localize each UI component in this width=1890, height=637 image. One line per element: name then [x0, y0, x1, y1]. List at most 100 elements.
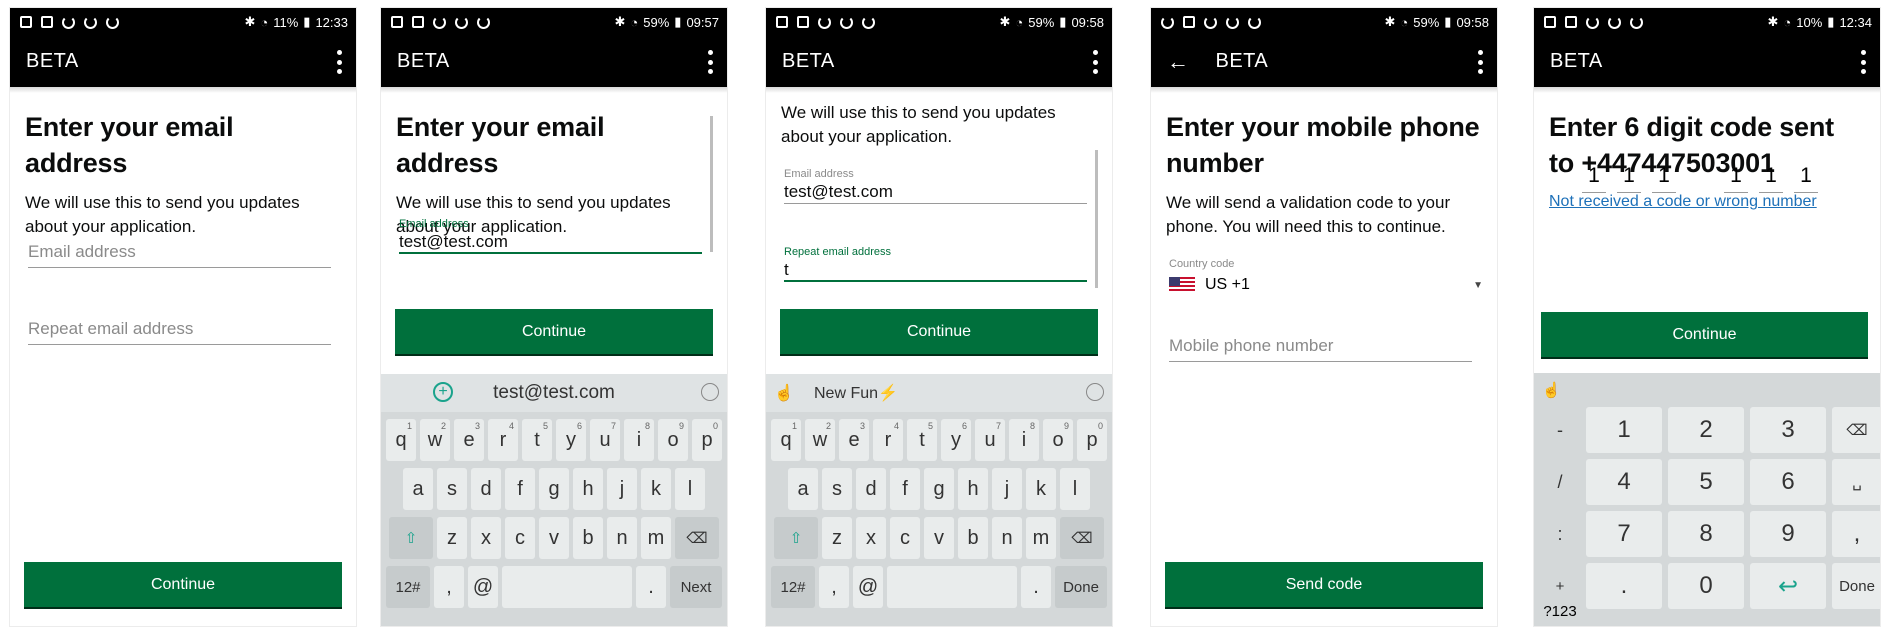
- space-key[interactable]: [502, 566, 632, 608]
- colon-key[interactable]: :: [1540, 511, 1580, 557]
- swipe-icon[interactable]: ☝: [774, 383, 794, 403]
- key[interactable]: 7u: [975, 419, 1005, 461]
- digit-key[interactable]: 5: [1668, 459, 1744, 505]
- continue-button[interactable]: Continue: [24, 562, 342, 609]
- more-options-icon[interactable]: [1092, 50, 1098, 74]
- done-key[interactable]: Done: [1055, 566, 1107, 608]
- key[interactable]: h: [573, 468, 603, 510]
- symbols-key[interactable]: 12#: [771, 566, 815, 608]
- repeat-email-field[interactable]: Repeat email address: [28, 319, 331, 345]
- digit-key[interactable]: 3: [1750, 407, 1826, 453]
- key[interactable]: 6y: [556, 419, 586, 461]
- suggestion-word[interactable]: New Fun⚡: [814, 383, 898, 403]
- continue-button[interactable]: Continue: [395, 309, 713, 356]
- backspace-key-icon[interactable]: ⌫: [1060, 517, 1104, 559]
- digit-key[interactable]: 1: [1586, 407, 1662, 453]
- key[interactable]: 2w: [420, 419, 450, 461]
- key[interactable]: d: [856, 468, 886, 510]
- digit-key[interactable]: 9: [1750, 511, 1826, 557]
- key[interactable]: m: [641, 517, 671, 559]
- back-arrow-icon[interactable]: ←: [1167, 49, 1190, 75]
- key[interactable]: b: [573, 517, 603, 559]
- key[interactable]: 9o: [1043, 419, 1073, 461]
- key[interactable]: 4r: [873, 419, 903, 461]
- done-key[interactable]: Done: [1832, 563, 1880, 609]
- scrollbar[interactable]: [1095, 150, 1098, 288]
- key[interactable]: g: [539, 468, 569, 510]
- code-digit-input[interactable]: 1: [1582, 164, 1606, 193]
- key[interactable]: c: [505, 517, 535, 559]
- key[interactable]: 5t: [522, 419, 552, 461]
- key[interactable]: k: [641, 468, 671, 510]
- slash-key[interactable]: /: [1540, 459, 1580, 505]
- key[interactable]: 7u: [590, 419, 620, 461]
- key[interactable]: g: [924, 468, 954, 510]
- email-field[interactable]: Email address: [28, 242, 331, 268]
- email-field[interactable]: Email address test@test.com: [784, 168, 1087, 204]
- at-key[interactable]: @: [468, 566, 498, 608]
- digit-key[interactable]: 8: [1668, 511, 1744, 557]
- code-digit-input[interactable]: 1: [1617, 164, 1641, 193]
- wrong-number-link[interactable]: Not received a code or wrong number: [1549, 193, 1865, 211]
- key[interactable]: c: [890, 517, 920, 559]
- more-options-icon[interactable]: [336, 50, 342, 74]
- email-field[interactable]: Email address test@test.com: [399, 218, 702, 254]
- key[interactable]: 9o: [658, 419, 688, 461]
- key[interactable]: a: [403, 468, 433, 510]
- emoji-icon[interactable]: [1086, 383, 1104, 401]
- key[interactable]: f: [890, 468, 920, 510]
- key[interactable]: x: [471, 517, 501, 559]
- country-code-select[interactable]: Country code US +1 ▼: [1169, 258, 1483, 294]
- key[interactable]: f: [505, 468, 535, 510]
- key[interactable]: j: [992, 468, 1022, 510]
- digit-key[interactable]: 0: [1668, 563, 1744, 609]
- key[interactable]: 5t: [907, 419, 937, 461]
- minus-key[interactable]: -: [1540, 407, 1580, 453]
- space-key-icon[interactable]: ␣: [1832, 459, 1880, 505]
- code-digit-input[interactable]: 1: [1652, 164, 1676, 193]
- key[interactable]: j: [607, 468, 637, 510]
- comma-key[interactable]: ,: [434, 566, 464, 608]
- key[interactable]: l: [1060, 468, 1090, 510]
- symbols-key[interactable]: 12#: [386, 566, 430, 608]
- suggestion-word[interactable]: test@test.com: [493, 382, 615, 404]
- backspace-key-icon[interactable]: ⌫: [675, 517, 719, 559]
- send-code-button[interactable]: Send code: [1165, 562, 1483, 609]
- code-digit-input[interactable]: 1: [1794, 164, 1818, 193]
- continue-button[interactable]: Continue: [1541, 312, 1868, 359]
- key[interactable]: 1q: [771, 419, 801, 461]
- key[interactable]: v: [539, 517, 569, 559]
- comma-key[interactable]: ,: [819, 566, 849, 608]
- key[interactable]: n: [992, 517, 1022, 559]
- shift-key-icon[interactable]: ⇧: [774, 517, 818, 559]
- digit-key[interactable]: 2: [1668, 407, 1744, 453]
- key[interactable]: 3e: [839, 419, 869, 461]
- key[interactable]: 0p: [1077, 419, 1107, 461]
- shift-key-icon[interactable]: ⇧: [389, 517, 433, 559]
- mobile-phone-field[interactable]: Mobile phone number: [1169, 336, 1472, 362]
- key[interactable]: k: [1026, 468, 1056, 510]
- key[interactable]: 8i: [624, 419, 654, 461]
- key[interactable]: s: [822, 468, 852, 510]
- comma-key[interactable]: ,: [1832, 511, 1880, 557]
- repeat-email-field[interactable]: Repeat email address t: [784, 246, 1087, 282]
- enter-arrow-icon[interactable]: ↩: [1750, 563, 1826, 609]
- key[interactable]: 3e: [454, 419, 484, 461]
- key[interactable]: v: [924, 517, 954, 559]
- code-digit-input[interactable]: 1: [1759, 164, 1783, 193]
- key[interactable]: n: [607, 517, 637, 559]
- space-key[interactable]: [887, 566, 1017, 608]
- key[interactable]: 0p: [692, 419, 722, 461]
- period-key[interactable]: .: [636, 566, 666, 608]
- next-key[interactable]: Next: [670, 566, 722, 608]
- digit-key[interactable]: 6: [1750, 459, 1826, 505]
- key[interactable]: 1q: [386, 419, 416, 461]
- add-icon[interactable]: +: [433, 382, 453, 402]
- key[interactable]: 8i: [1009, 419, 1039, 461]
- key[interactable]: b: [958, 517, 988, 559]
- digit-key[interactable]: 4: [1586, 459, 1662, 505]
- key[interactable]: x: [856, 517, 886, 559]
- continue-button[interactable]: Continue: [780, 309, 1098, 356]
- key[interactable]: z: [822, 517, 852, 559]
- key[interactable]: h: [958, 468, 988, 510]
